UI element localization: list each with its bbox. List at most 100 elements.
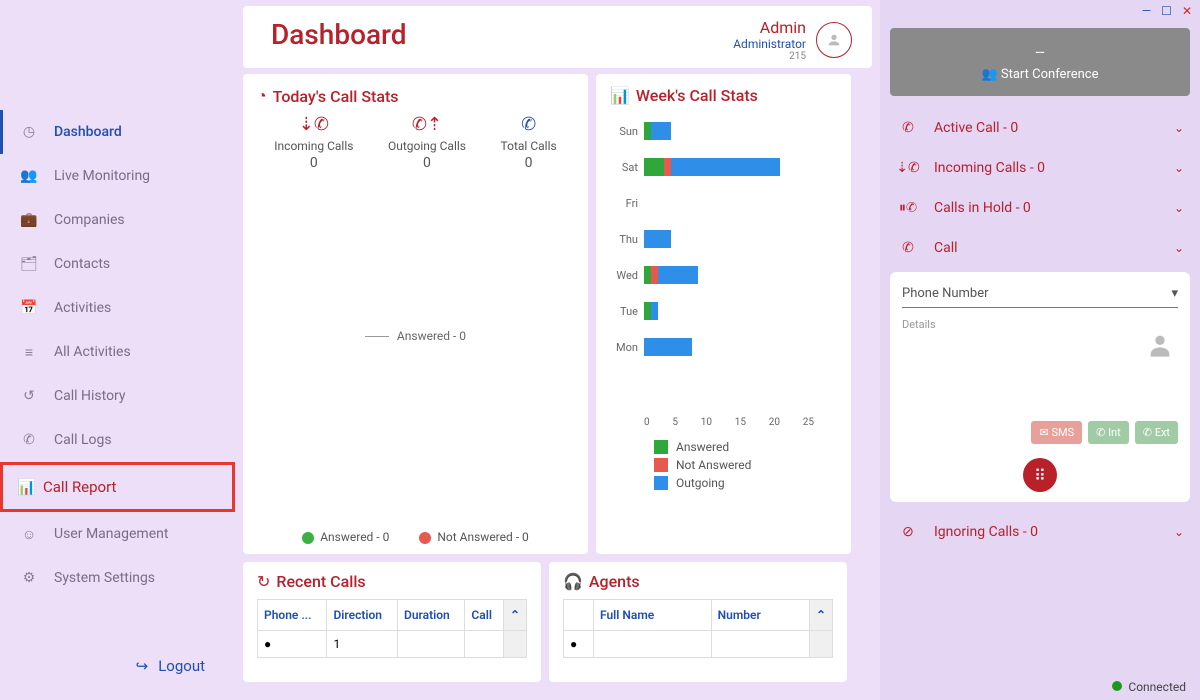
monitor-icon: 👥 <box>20 168 38 184</box>
minimize-button[interactable]: — <box>1142 4 1151 18</box>
chart-legend: Answered Not Answered Outgoing <box>654 440 837 490</box>
scroll-up-icon[interactable]: ⌃ <box>809 600 832 631</box>
headset-icon: 🎧 <box>563 572 583 591</box>
phone-number-select[interactable]: Phone Number ▾ <box>902 286 1178 308</box>
today-call-stats-card: ◔Today's Call Stats ⇣✆ Incoming Calls 0 … <box>243 74 588 554</box>
sidebar-item-companies[interactable]: 💼Companies <box>0 198 235 242</box>
chevron-down-icon: ⌄ <box>1174 525 1184 539</box>
col-number[interactable]: Number <box>711 600 809 631</box>
col-direction[interactable]: Direction <box>327 600 398 631</box>
axis-tick: 15 <box>735 417 746 428</box>
sidebar-item-label: Call Logs <box>54 432 112 448</box>
col-fullname[interactable]: Full Name <box>594 600 712 631</box>
week-chart: SunSatFriThuWedTueMon <box>644 113 837 413</box>
history-icon: ↺ <box>20 388 38 404</box>
close-button[interactable]: ✕ <box>1182 4 1192 18</box>
phone-volume-icon: ✆ <box>896 120 920 136</box>
sidebar-item-call-logs[interactable]: ✆Call Logs <box>0 418 235 462</box>
outgoing-stat: ✆⇡ Outgoing Calls 0 <box>388 114 466 171</box>
sidebar-item-label: Contacts <box>54 256 110 272</box>
accordion-hold[interactable]: ⏸✆Calls in Hold - 0 ⌄ <box>890 188 1190 228</box>
accordion-active-call[interactable]: ✆Active Call - 0 ⌄ <box>890 108 1190 148</box>
int-button[interactable]: ✆ Int <box>1088 421 1129 444</box>
axis-tick: 5 <box>672 417 678 428</box>
chart-bar <box>644 266 651 284</box>
person-icon <box>1146 326 1174 359</box>
accordion-call[interactable]: ✆Call ⌄ <box>890 228 1190 268</box>
answered-line: Answered - 0 <box>243 329 588 343</box>
green-square-icon <box>654 440 668 454</box>
card-title: Today's Call Stats <box>273 87 399 106</box>
logout-button[interactable]: ↪Logout <box>136 657 205 675</box>
accordion-ignoring[interactable]: ⊘Ignoring Calls - 0 ⌄ <box>890 512 1190 552</box>
details-label: Details <box>902 318 1178 331</box>
col-call[interactable]: Call <box>465 600 504 631</box>
col-duration[interactable]: Duration <box>398 600 465 631</box>
chart-icon: 📊 <box>17 478 35 496</box>
maximize-button[interactable]: ☐ <box>1161 4 1172 18</box>
user-num: 215 <box>733 51 806 62</box>
red-square-icon <box>654 458 668 472</box>
chart-day-label: Sun <box>610 125 638 138</box>
sidebar-item-live-monitoring[interactable]: 👥Live Monitoring <box>0 154 235 198</box>
logout-label: Logout <box>158 657 205 675</box>
chevron-down-icon: ⌄ <box>1174 241 1184 255</box>
gear-icon: ⚙ <box>20 570 38 586</box>
chart-bar <box>644 158 664 176</box>
incoming-stat: ⇣✆ Incoming Calls 0 <box>274 114 353 171</box>
sidebar-item-activities[interactable]: 📅Activities <box>0 286 235 330</box>
sidebar-item-call-history[interactable]: ↺Call History <box>0 374 235 418</box>
green-dot-icon <box>302 532 314 544</box>
sidebar-item-contacts[interactable]: 🗂 Contacts <box>0 242 235 286</box>
page-title: Dashboard <box>271 18 406 51</box>
chart-day-label: Tue <box>610 305 638 318</box>
pie-icon: ◔ <box>257 86 267 106</box>
sidebar-item-system-settings[interactable]: ⚙System Settings <box>0 556 235 600</box>
chart-day-label: Thu <box>610 233 638 246</box>
phone-icon: ✆ <box>896 240 920 256</box>
conference-box[interactable]: -- 👥 Start Conference <box>890 28 1190 96</box>
incoming-icon: ⇣✆ <box>896 160 920 176</box>
incoming-icon: ⇣✆ <box>274 114 353 135</box>
main-area: Dashboard Admin Administrator 215 ◔ Today… <box>235 0 880 700</box>
sidebar: ◷Dashboard 👥Live Monitoring 💼Companies 🗂… <box>0 0 235 700</box>
connection-status: Connected <box>1112 680 1186 694</box>
chart-day-label: Fri <box>610 197 638 210</box>
card-title: Agents <box>589 572 640 591</box>
table-row[interactable]: ● <box>564 631 833 658</box>
table-row[interactable]: ● 1 <box>258 631 527 658</box>
axis-tick: 25 <box>803 417 814 428</box>
cell-avatar: ● <box>258 631 327 658</box>
ignore-icon: ⊘ <box>896 524 920 540</box>
notanswered-status: Not Answered - 0 <box>419 530 528 544</box>
window-buttons: — ☐ ✕ <box>1142 4 1192 18</box>
conf-dash: -- <box>904 42 1176 61</box>
status-dot-icon <box>1112 681 1122 691</box>
answered-status: Answered - 0 <box>302 530 389 544</box>
axis-tick: 10 <box>701 417 712 428</box>
sidebar-item-dashboard[interactable]: ◷Dashboard <box>0 110 235 154</box>
avatar[interactable] <box>816 22 852 58</box>
sms-button[interactable]: ✉ SMS <box>1031 421 1082 444</box>
user-name: Admin <box>733 18 806 37</box>
sidebar-item-user-management[interactable]: ☺User Management <box>0 512 235 556</box>
ext-button[interactable]: ✆ Ext <box>1135 421 1178 444</box>
dialpad-button[interactable]: ⠿ <box>1023 458 1057 492</box>
week-call-stats-card: 📊Week's Call Stats SunSatFriThuWedTueMon… <box>596 74 851 554</box>
sidebar-item-all-activities[interactable]: ≡All Activities <box>0 330 235 374</box>
pause-icon: ⏸✆ <box>896 200 920 216</box>
recent-calls-table: Phone ... Direction Duration Call ⌃ ● 1 <box>257 599 527 658</box>
sidebar-item-call-report[interactable]: 📊Call Report <box>0 462 235 512</box>
contacts-icon: 🗂 <box>20 256 38 272</box>
start-conference: 👥 Start Conference <box>904 67 1176 82</box>
col-phone[interactable]: Phone ... <box>258 600 327 631</box>
chart-bar <box>644 230 671 248</box>
sidebar-item-label: Dashboard <box>54 124 122 140</box>
card-title: Recent Calls <box>276 572 365 591</box>
scroll-up-icon[interactable]: ⌃ <box>503 600 526 631</box>
chart-bar <box>651 266 658 284</box>
user-block[interactable]: Admin Administrator 215 <box>733 18 852 62</box>
total-stat: ✆ Total Calls 0 <box>501 114 557 171</box>
chart-bar <box>644 122 651 140</box>
accordion-incoming[interactable]: ⇣✆Incoming Calls - 0 ⌄ <box>890 148 1190 188</box>
